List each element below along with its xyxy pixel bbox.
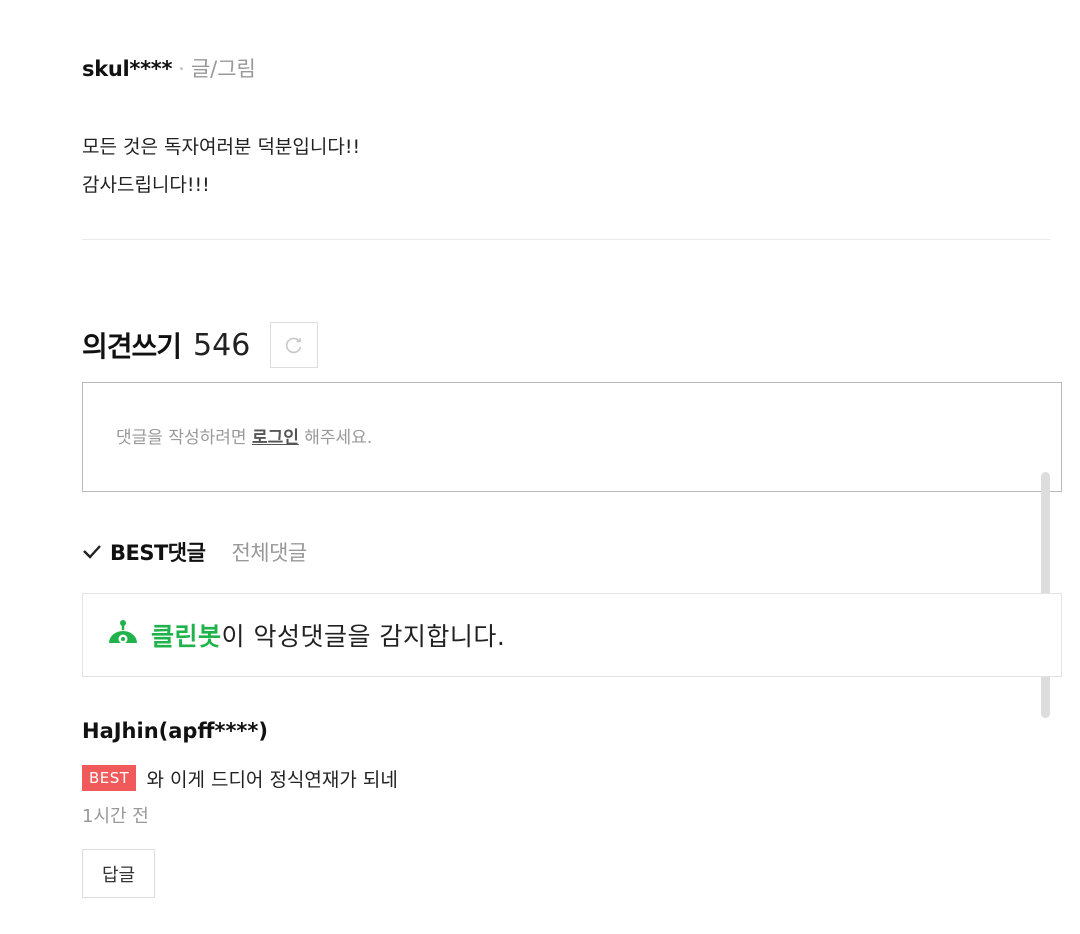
comment-body: BEST 와 이게 드디어 정식연재가 되네	[82, 763, 398, 793]
refresh-button[interactable]	[270, 322, 319, 368]
comment-tabs: BEST댓글 전체댓글	[82, 534, 307, 570]
reply-button[interactable]: 답글	[82, 849, 155, 898]
tab-all-comments[interactable]: 전체댓글	[231, 537, 307, 567]
author-message-line: 모든 것은 독자여러분 덕분입니다!!	[82, 136, 361, 158]
comment-header: 의견쓰기 546	[82, 322, 319, 368]
best-badge: BEST	[82, 765, 137, 791]
author-message: 모든 것은 독자여러분 덕분입니다!! 감사드립니다!!!	[82, 128, 360, 204]
section-divider	[82, 239, 1050, 240]
checkmark-icon	[83, 545, 101, 559]
refresh-icon	[286, 337, 302, 354]
author-message-line: 감사드립니다!!!	[82, 174, 210, 196]
comment-text: 와 이게 드디어 정식연재가 되네	[146, 768, 398, 791]
author-role: 글/그림	[190, 57, 256, 81]
login-prompt-suffix: 해주세요.	[298, 428, 373, 448]
cleanbot-icon	[109, 620, 137, 644]
comment-input-box[interactable]: 댓글을 작성하려면 로그인 해주세요.	[82, 382, 1062, 492]
comment-author[interactable]: HaJhin(apff****)	[82, 716, 268, 746]
comment-input-placeholder: 댓글을 작성하려면 로그인 해주세요.	[116, 423, 372, 448]
tab-best-comments[interactable]: BEST댓글	[82, 537, 206, 567]
comment-count: 546	[193, 327, 251, 363]
cleanbot-text: 클린봇이 악성댓글을 감지합니다.	[151, 617, 505, 653]
cleanbot-notice: 클린봇이 악성댓글을 감지합니다.	[82, 593, 1062, 677]
author-separator: ·	[178, 57, 185, 81]
comment-time: 1시간 전	[82, 806, 149, 827]
author-row: skul**** · 글/그림	[82, 54, 256, 84]
cleanbot-name[interactable]: 클린봇	[151, 622, 222, 651]
login-link[interactable]: 로그인	[252, 428, 299, 448]
tab-best-label: BEST댓글	[110, 541, 206, 565]
comment-title: 의견쓰기	[82, 330, 182, 363]
author-name[interactable]: skul****	[82, 57, 172, 81]
cleanbot-message: 이 악성댓글을 감지합니다.	[221, 622, 506, 651]
login-prompt-prefix: 댓글을 작성하려면	[116, 428, 252, 448]
